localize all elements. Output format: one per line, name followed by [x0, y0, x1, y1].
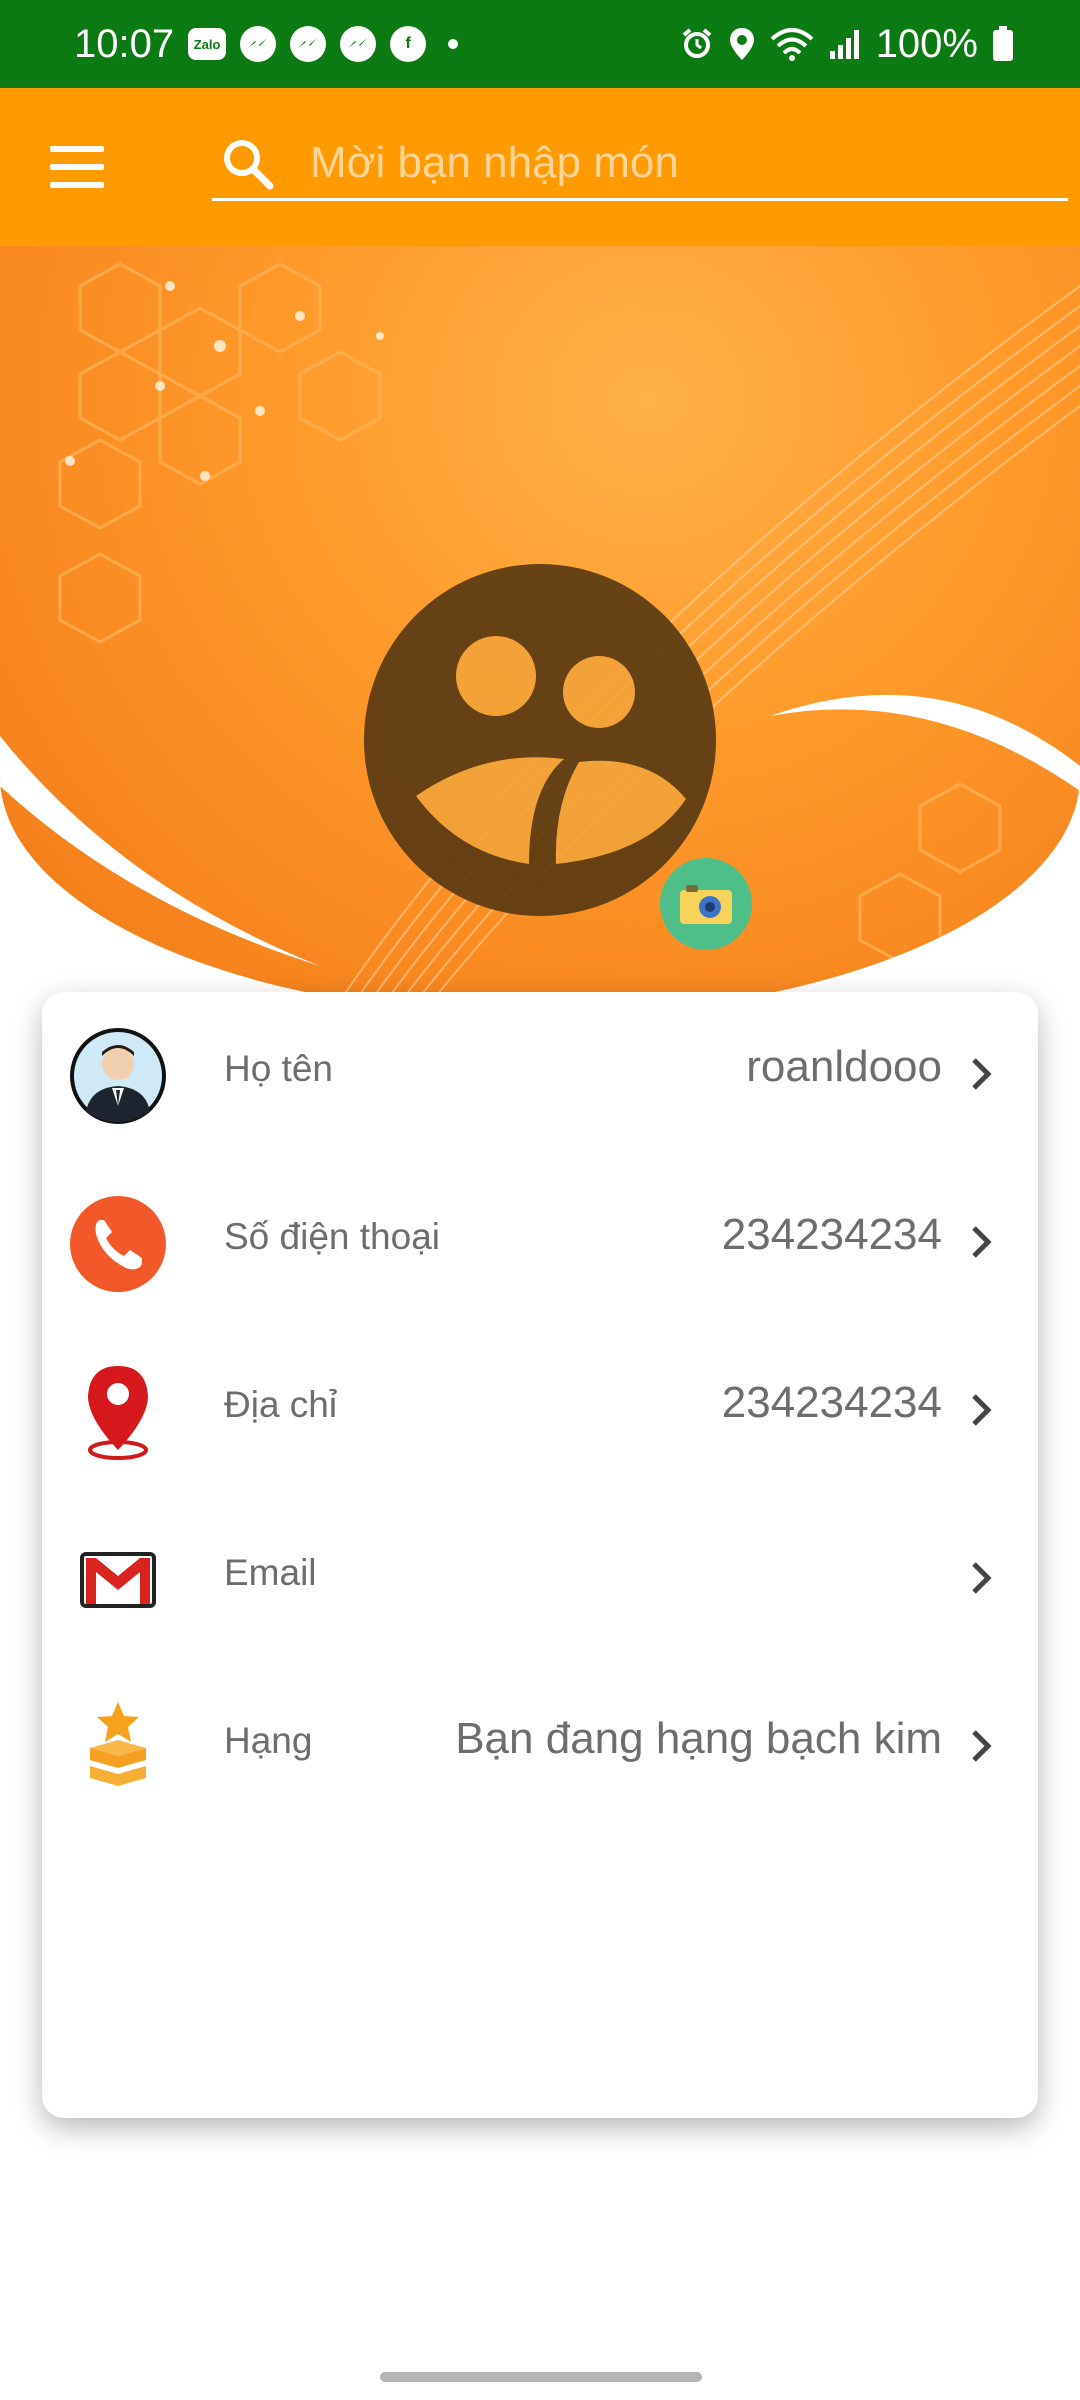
- search-input[interactable]: [308, 134, 1052, 192]
- battery-icon: [993, 26, 1013, 61]
- zalo-notification-icon: Zalo: [188, 28, 227, 60]
- messenger-icon: [290, 26, 327, 62]
- location-pin-icon: [88, 1366, 148, 1460]
- profile-avatar-icon[interactable]: [364, 564, 716, 916]
- chevron-right-icon: [972, 1730, 992, 1762]
- chevron-right-icon: [972, 1058, 992, 1090]
- info-row-address[interactable]: Địa chỉ 234234234: [42, 1328, 1038, 1496]
- camera-icon: [680, 885, 732, 924]
- search-icon: [224, 140, 274, 190]
- name-value: roanldooo: [746, 1042, 942, 1091]
- location-icon: [729, 28, 754, 60]
- rank-value: Bạn đang hạng bạch kim: [455, 1714, 942, 1763]
- menu-icon: [50, 146, 104, 152]
- status-time: 10:07: [74, 21, 175, 66]
- messenger-icon: [340, 26, 377, 62]
- wifi-icon: [770, 28, 814, 61]
- profile-banner: [0, 246, 1080, 1016]
- phone-value: 234234234: [721, 1210, 942, 1259]
- chevron-right-icon: [972, 1394, 992, 1426]
- signal-icon: [829, 30, 859, 59]
- user-avatar-icon: [70, 1028, 166, 1124]
- address-label: Địa chỉ: [224, 1384, 338, 1425]
- info-row-name[interactable]: Họ tên roanldooo: [42, 992, 1038, 1160]
- phone-label: Số điện thoại: [224, 1216, 441, 1257]
- status-bar: 10:07 Zalo f 100%: [0, 0, 1080, 88]
- name-label: Họ tên: [224, 1048, 334, 1089]
- phone-icon: [70, 1196, 166, 1292]
- info-row-email[interactable]: Email: [42, 1496, 1038, 1664]
- chevron-right-icon: [972, 1562, 992, 1594]
- profile-info-card: Họ tên roanldooo Số điện thoại 234234234…: [42, 992, 1038, 2118]
- address-value: 234234234: [721, 1378, 942, 1427]
- top-app-bar: [0, 88, 1080, 246]
- alarm-icon: [682, 28, 711, 58]
- facebook-icon: f: [390, 26, 427, 62]
- change-avatar-camera-button[interactable]: [660, 858, 752, 950]
- home-indicator[interactable]: [380, 2372, 702, 2382]
- hamburger-menu-button[interactable]: [50, 146, 106, 188]
- chevron-right-icon: [972, 1226, 992, 1258]
- email-label: Email: [224, 1552, 317, 1593]
- status-bar-right: 100%: [680, 22, 1014, 67]
- info-row-phone[interactable]: Số điện thoại 234234234: [42, 1160, 1038, 1328]
- rank-label: Hạng: [224, 1720, 313, 1761]
- info-row-rank[interactable]: Hạng Bạn đang hạng bạch kim: [42, 1664, 1038, 1832]
- messenger-icon: [240, 26, 277, 62]
- user-group-icon: [416, 636, 686, 864]
- gmail-icon: [80, 1552, 156, 1608]
- rank-star-icon: [90, 1702, 146, 1786]
- search-bar[interactable]: [212, 128, 1068, 201]
- battery-percent: 100%: [875, 21, 978, 66]
- status-bar-left: 10:07 Zalo f: [74, 21, 459, 67]
- more-notifications-dot: [448, 39, 459, 49]
